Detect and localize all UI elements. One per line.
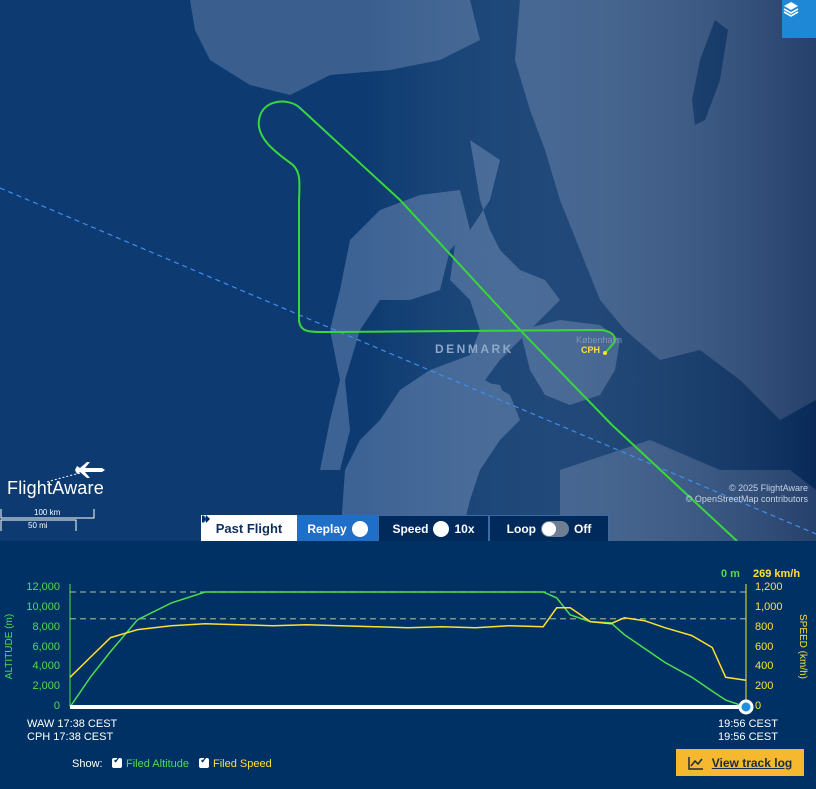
speed-control[interactable]: Speed 10x	[202, 515, 489, 541]
past-flight-tab[interactable]: Past Flight	[201, 515, 297, 541]
replay-button[interactable]: Replay	[203, 515, 378, 541]
airport-marker-cph	[603, 351, 607, 355]
arrival-time-2: 19:56 CEST	[718, 731, 778, 743]
layers-button[interactable]	[782, 0, 816, 38]
loop-label: Loop	[506, 521, 536, 536]
view-track-log-button[interactable]: View track log	[676, 749, 804, 776]
filed-speed-label: Filed Speed	[213, 758, 272, 770]
fast-forward-icon	[202, 515, 450, 537]
arrival-time-1: 19:56 CEST	[718, 718, 778, 730]
country-label: DENMARK	[435, 342, 514, 356]
chart-line-icon	[688, 756, 703, 770]
timeline-scrubber[interactable]	[738, 699, 754, 715]
filed-altitude-checkbox[interactable]	[112, 755, 122, 768]
city-label: København	[576, 335, 623, 345]
filed-speed-toggle[interactable]: Filed Speed	[199, 755, 272, 770]
scale-mi: 50 mi	[28, 521, 48, 530]
loop-control[interactable]: Loop Off	[489, 515, 609, 541]
copyright-osm[interactable]: © OpenStreetMap contributors	[686, 494, 808, 504]
speed-label: Speed	[392, 521, 429, 536]
scale-km: 100 km	[34, 508, 61, 517]
replay-label: Replay	[307, 521, 347, 536]
series-line-filed-altitude	[69, 591, 747, 708]
loop-toggle[interactable]	[541, 520, 569, 537]
copyright-flightaware: © 2025 FlightAware	[728, 483, 808, 493]
filed-altitude-label: Filed Altitude	[126, 758, 189, 770]
speed-value: 10x	[454, 521, 475, 536]
view-track-log-label: View track log	[711, 755, 793, 770]
airport-label[interactable]: CPH	[581, 345, 600, 355]
playback-controls: Past Flight Replay Speed 10x Loop Off	[201, 515, 609, 541]
departure-time-1: WAW 17:38 CEST	[27, 718, 118, 730]
show-label: Show:	[72, 758, 103, 770]
map-canvas	[0, 0, 816, 541]
flight-chart-panel: 0 m 269 km/h 12,000 10,000 8,000 6,000 4,000…	[0, 541, 816, 789]
filed-altitude-toggle[interactable]: Filed Altitude	[112, 755, 189, 770]
map-scale: 100 km 50 mi	[0, 507, 100, 531]
layers-icon	[783, 2, 799, 17]
loop-value: Off	[574, 521, 592, 536]
filed-speed-checkbox[interactable]	[199, 755, 209, 768]
play-icon	[203, 515, 368, 537]
logo-text: FlightAware	[7, 478, 104, 498]
flight-map[interactable]: DENMARK København CPH © 2025 FlightAware…	[0, 0, 816, 541]
departure-time-2: CPH 17:38 CEST	[27, 731, 114, 743]
